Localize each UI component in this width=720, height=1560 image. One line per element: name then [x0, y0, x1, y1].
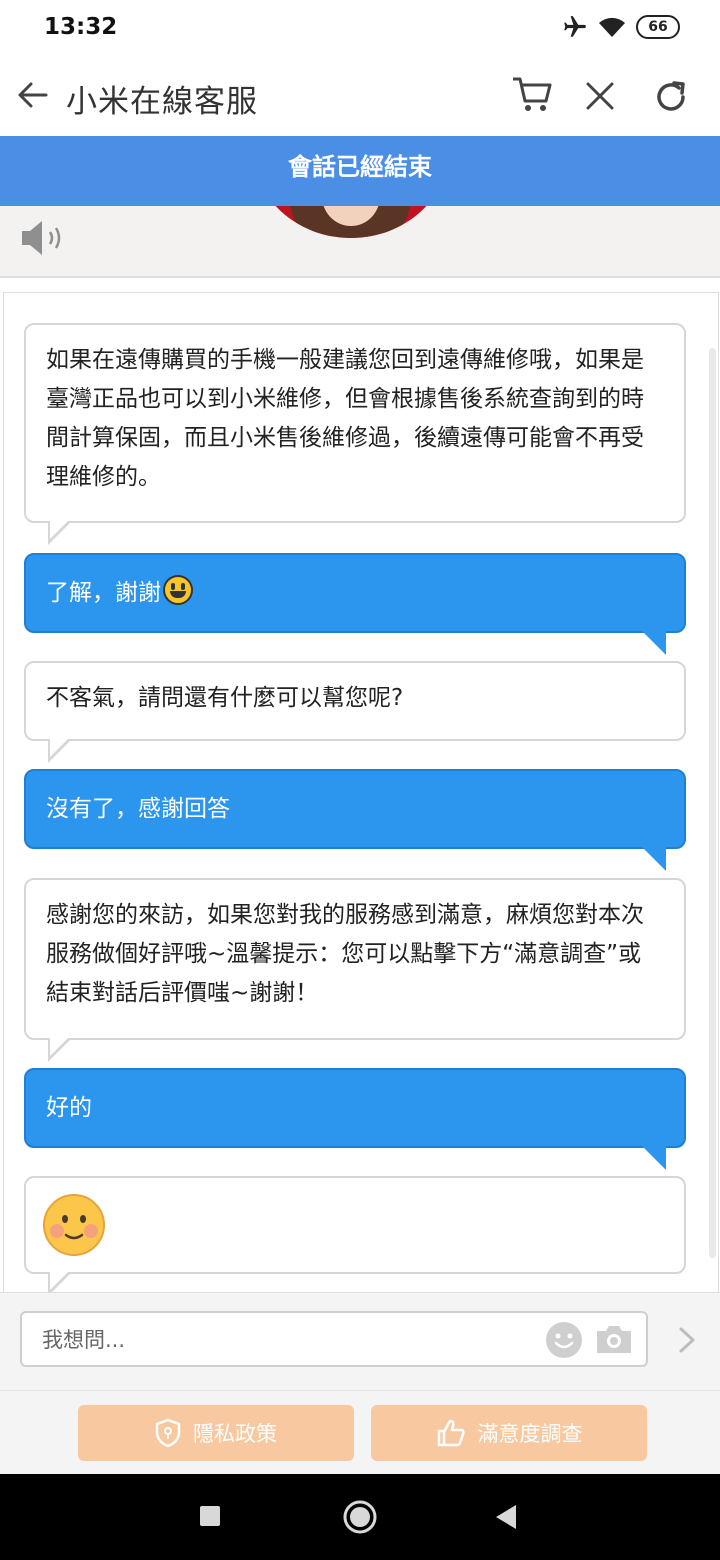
- emoji-picker-icon[interactable]: [546, 1322, 582, 1358]
- session-ended-banner: 會話已經結束: [0, 136, 720, 206]
- send-chevron-icon[interactable]: [678, 1327, 696, 1353]
- message-input-box[interactable]: [20, 1311, 648, 1367]
- status-icons: 66: [562, 14, 680, 40]
- bubble-tail: [48, 737, 72, 763]
- thumbs-up-icon: [437, 1419, 465, 1447]
- action-bar: 隱私政策 滿意度調查: [0, 1390, 720, 1475]
- refresh-icon[interactable]: [652, 78, 690, 116]
- agent-message: 感謝您的來訪，如果您對我的服務感到滿意，麻煩您對本次服務做個好評哦~溫馨提示：您…: [24, 878, 686, 1062]
- status-bar: 13:32 66: [0, 0, 720, 58]
- message-text: 不客氣，請問還有什麼可以幫您呢?: [46, 685, 404, 711]
- airplane-mode-icon: [564, 16, 586, 37]
- message-text: 了解，謝謝: [46, 580, 161, 606]
- satisfaction-survey-label: 滿意度調查: [477, 1422, 583, 1446]
- back-triangle-icon[interactable]: [494, 1504, 518, 1530]
- user-message: 好的: [24, 1068, 686, 1170]
- bubble-tail: [642, 1146, 666, 1170]
- agent-message: 如果在遠傳購買的手機一般建議您回到遠傳維修哦，如果是臺灣正品也可以到小米維修，但…: [24, 323, 686, 545]
- bubble-tail: [642, 847, 666, 871]
- speaker-icon[interactable]: [20, 218, 66, 258]
- message-text: 感謝您的來訪，如果您對我的服務感到滿意，麻煩您對本次服務做個好評哦~溫馨提示：您…: [46, 902, 644, 1006]
- status-time: 13:32: [44, 14, 118, 40]
- close-icon[interactable]: [584, 80, 616, 112]
- message-text: 好的: [46, 1095, 92, 1121]
- bubble-tail: [48, 519, 72, 545]
- home-icon[interactable]: [342, 1499, 378, 1535]
- page-title: 小米在線客服: [66, 84, 258, 120]
- message-text: 沒有了，感謝回答: [46, 796, 230, 822]
- user-message: 了解，謝謝: [24, 553, 686, 655]
- chat-area[interactable]: 如果在遠傳購買的手機一般建議您回到遠傳維修哦，如果是臺灣正品也可以到小米維修，但…: [3, 292, 719, 1294]
- privacy-policy-button[interactable]: 隱私政策: [78, 1405, 354, 1461]
- bubble-tail: [48, 1270, 72, 1293]
- bubble-tail: [642, 631, 666, 655]
- bubble-tail: [48, 1036, 72, 1062]
- system-nav-bar: [0, 1474, 720, 1560]
- input-bar: [0, 1292, 720, 1391]
- shield-icon: [155, 1418, 181, 1448]
- scrollbar[interactable]: [709, 348, 716, 1258]
- camera-icon[interactable]: [594, 1322, 634, 1356]
- battery-level: 66: [648, 19, 668, 35]
- battery-icon: 66: [636, 15, 680, 39]
- cart-icon[interactable]: [510, 74, 554, 114]
- agent-message: 不客氣，請問還有什麼可以幫您呢?: [24, 661, 686, 763]
- title-bar: 小米在線客服: [0, 58, 720, 136]
- user-message: 沒有了，感謝回答: [24, 769, 686, 871]
- wifi-icon: [599, 17, 625, 37]
- agent-message: [24, 1176, 686, 1293]
- recent-apps-icon[interactable]: [199, 1505, 221, 1527]
- satisfaction-survey-button[interactable]: 滿意度調查: [371, 1405, 647, 1461]
- message-input[interactable]: [40, 1313, 524, 1367]
- grinning-face-icon: [163, 575, 193, 605]
- back-arrow-icon[interactable]: [16, 78, 50, 112]
- agent-avatar: [252, 206, 450, 238]
- blush-smile-emoji-icon: [43, 1194, 105, 1256]
- agent-header: [0, 206, 720, 278]
- privacy-policy-label: 隱私政策: [193, 1422, 277, 1446]
- message-text: 如果在遠傳購買的手機一般建議您回到遠傳維修哦，如果是臺灣正品也可以到小米維修，但…: [46, 347, 644, 490]
